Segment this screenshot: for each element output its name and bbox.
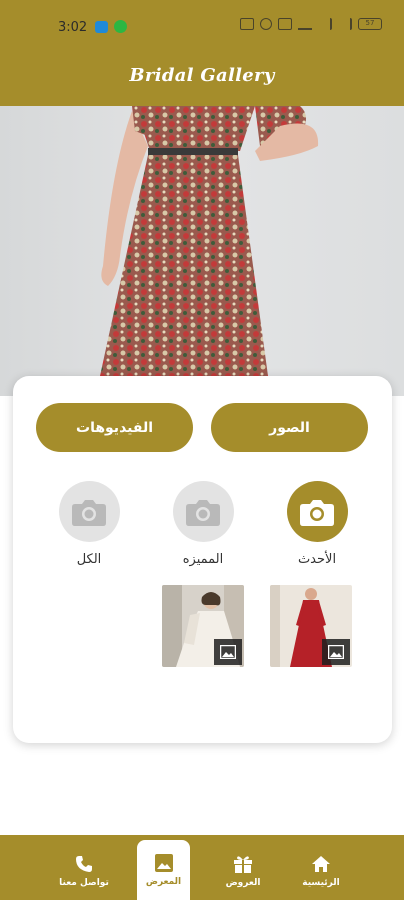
phone-icon (44, 853, 124, 875)
cloud-app-icon (95, 21, 108, 33)
signal-icon (318, 18, 332, 30)
wifi-icon (298, 18, 312, 30)
nav-home-label: الرئيسية (302, 878, 340, 888)
alarm-icon (260, 18, 272, 30)
camera-icon (72, 499, 106, 526)
status-time: 3:02 (58, 20, 88, 35)
gift-icon (203, 853, 283, 875)
image-badge (214, 639, 242, 665)
gallery-card: الصور الفيديوهات الأحدث المميزه الكل (13, 376, 392, 743)
image-icon (220, 645, 236, 659)
gallery-thumbnail[interactable] (270, 585, 352, 667)
battery-icon: 57 (358, 18, 382, 30)
image-badge (322, 639, 350, 665)
hero-image (0, 106, 404, 396)
filter-all[interactable]: الكل (44, 481, 134, 567)
filter-all-circle[interactable] (58, 481, 120, 542)
status-bar: 3:02 57 (0, 0, 404, 44)
app-title: Bridal Gallery (129, 64, 275, 86)
nav-contact[interactable]: تواصل معنا (44, 835, 124, 900)
filter-all-label: الكل (76, 552, 102, 567)
filter-featured-label: المميزه (182, 552, 224, 567)
photos-tab-button[interactable]: الصور (211, 403, 368, 452)
whatsapp-icon (114, 20, 127, 33)
nav-offers-label: العروض (225, 878, 261, 888)
signal-icon-2 (338, 18, 352, 30)
nav-contact-label: تواصل معنا (59, 878, 109, 888)
nav-gallery-label: المعرض (145, 877, 182, 887)
dress-photo (100, 106, 319, 376)
image-icon (328, 645, 344, 659)
nav-home[interactable]: الرئيسية (281, 835, 361, 900)
filter-featured-circle[interactable] (172, 481, 234, 542)
home-icon (281, 853, 361, 875)
filter-latest[interactable]: الأحدث (272, 481, 362, 567)
gallery-thumbnail[interactable] (162, 585, 244, 667)
data-saver-icon (278, 18, 292, 30)
nav-offers[interactable]: العروض (203, 835, 283, 900)
gallery-icon (137, 852, 190, 874)
camera-icon (186, 499, 220, 526)
app-header: Bridal Gallery (0, 44, 404, 106)
filter-latest-label: الأحدث (297, 552, 337, 567)
status-icons: 57 (240, 18, 382, 30)
bottom-nav: الرئيسية العروض المعرض تواصل معنا (0, 835, 404, 900)
videos-tab-button[interactable]: الفيديوهات (36, 403, 193, 452)
camera-icon (300, 499, 334, 526)
filter-latest-circle[interactable] (286, 481, 348, 542)
image-notification-icon (240, 18, 254, 30)
filter-featured[interactable]: المميزه (158, 481, 248, 567)
nav-gallery[interactable]: المعرض (137, 840, 190, 900)
